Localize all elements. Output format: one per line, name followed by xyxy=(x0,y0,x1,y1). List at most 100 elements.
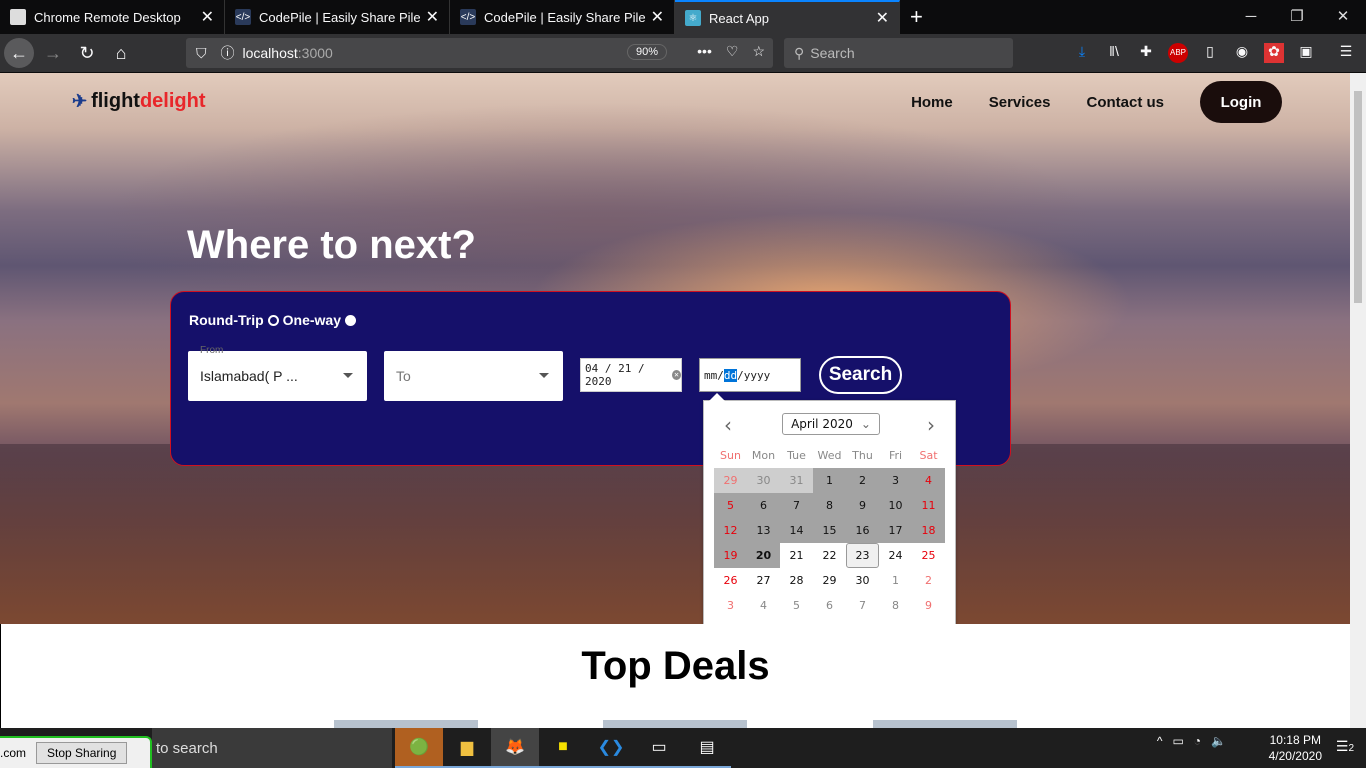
calendar-day[interactable]: 13 xyxy=(747,518,780,543)
close-tab-icon[interactable]: ✕ xyxy=(876,8,889,28)
calendar-day[interactable]: 3 xyxy=(714,593,747,618)
new-tab-button[interactable]: + xyxy=(900,0,933,34)
calendar-day[interactable]: 14 xyxy=(780,518,813,543)
calendar-day[interactable]: 30 xyxy=(747,468,780,493)
bookmark-star-icon[interactable]: ☆ xyxy=(752,43,765,60)
calendar-day[interactable]: 8 xyxy=(813,493,846,518)
clock[interactable]: 10:18 PM 4/20/2020 xyxy=(1269,732,1322,764)
zoom-level[interactable]: 90% xyxy=(626,44,667,60)
close-window-icon[interactable]: ✕ xyxy=(1320,0,1366,34)
return-date-input[interactable]: mm / dd / yyyy xyxy=(699,358,801,392)
calendar-day[interactable]: 28 xyxy=(780,568,813,593)
calendar-day[interactable]: 16 xyxy=(846,518,879,543)
sticky-notes-icon[interactable]: ■ xyxy=(539,728,587,768)
calendar-day[interactable]: 4 xyxy=(912,468,945,493)
calendar-day[interactable]: 5 xyxy=(714,493,747,518)
prev-month-icon[interactable]: ‹ xyxy=(724,413,732,437)
search-input[interactable]: ⚲ Search xyxy=(784,38,1013,68)
reload-button[interactable]: ↻ xyxy=(72,38,102,68)
to-select[interactable]: To xyxy=(384,351,563,401)
calendar-day[interactable]: 10 xyxy=(879,493,912,518)
login-button[interactable]: Login xyxy=(1200,81,1282,123)
calendar-day[interactable]: 12 xyxy=(714,518,747,543)
info-icon[interactable]: ⓘ xyxy=(221,43,235,63)
calendar-day[interactable]: 27 xyxy=(747,568,780,593)
remote-app-icon[interactable]: ▤ xyxy=(683,728,731,768)
account-icon[interactable]: ◉ xyxy=(1232,43,1252,63)
tab-codepile-2[interactable]: </> CodePile | Easily Share Piles of Code… xyxy=(450,0,675,34)
calendar-day[interactable]: 2 xyxy=(846,468,879,493)
extensions-icon[interactable]: ✚ xyxy=(1136,43,1156,63)
battery-icon[interactable]: ▭ xyxy=(1172,734,1183,748)
deal-card[interactable] xyxy=(334,720,478,728)
shield-icon[interactable]: ⛉ xyxy=(196,45,207,62)
back-button[interactable]: ← xyxy=(4,38,34,68)
calendar-day[interactable]: 21 xyxy=(780,543,813,568)
calendar-day[interactable]: 19 xyxy=(714,543,747,568)
from-select[interactable]: From Islamabad( P ... xyxy=(188,345,367,401)
extension-icon[interactable]: ✿ xyxy=(1264,43,1284,63)
one-way-radio[interactable] xyxy=(345,314,357,326)
calendar-day[interactable]: 5 xyxy=(780,593,813,618)
calendar-day[interactable]: 6 xyxy=(747,493,780,518)
clear-icon[interactable]: ✕ xyxy=(672,370,681,380)
nav-contact[interactable]: Contact us xyxy=(1086,94,1164,111)
calendar-day[interactable]: 4 xyxy=(747,593,780,618)
depart-date-input[interactable]: 04 / 21 / 2020 ✕ xyxy=(580,358,682,392)
url-bar[interactable]: ⛉ ⓘ localhost:3000 90% ••• ♡ ☆ xyxy=(186,38,773,68)
calendar-day[interactable]: 9 xyxy=(846,493,879,518)
forward-button[interactable]: → xyxy=(38,38,68,68)
round-trip-radio[interactable] xyxy=(267,314,279,326)
volume-icon[interactable]: 🔈 xyxy=(1211,734,1226,748)
close-tab-icon[interactable]: ✕ xyxy=(201,7,214,27)
remote-desktop-ext-icon[interactable]: ▣ xyxy=(1296,43,1316,63)
stop-sharing-button[interactable]: Stop Sharing xyxy=(36,742,128,764)
whatsapp-icon[interactable]: 🟢 xyxy=(395,728,443,768)
close-tab-icon[interactable]: ✕ xyxy=(651,7,664,27)
calendar-day[interactable]: 26 xyxy=(714,568,747,593)
calendar-day[interactable]: 11 xyxy=(912,493,945,518)
download-icon[interactable]: ⤓ xyxy=(1072,43,1092,63)
calendar-day[interactable]: 3 xyxy=(879,468,912,493)
next-month-icon[interactable]: › xyxy=(927,413,935,437)
tab-react-app[interactable]: ⚛ React App ✕ xyxy=(675,0,900,34)
calendar-day[interactable]: 7 xyxy=(846,593,879,618)
tray-chevron-icon[interactable]: ^ xyxy=(1157,734,1163,748)
terminal-icon[interactable]: ▭ xyxy=(635,728,683,768)
calendar-day[interactable]: 24 xyxy=(879,543,912,568)
calendar-day[interactable]: 17 xyxy=(879,518,912,543)
taskbar-search[interactable]: to search xyxy=(152,728,392,768)
calendar-day[interactable]: 22 xyxy=(813,543,846,568)
calendar-day[interactable]: 2 xyxy=(912,568,945,593)
firefox-icon[interactable]: 🦊 xyxy=(491,728,539,768)
pocket-icon[interactable]: ♡ xyxy=(726,43,739,60)
calendar-day[interactable]: 18 xyxy=(912,518,945,543)
deal-card[interactable] xyxy=(603,720,747,728)
calendar-day[interactable]: 29 xyxy=(714,468,747,493)
search-button[interactable]: Search xyxy=(819,356,902,394)
vscode-icon[interactable]: ❮❯ xyxy=(587,728,635,768)
scrollbar-thumb[interactable] xyxy=(1354,91,1362,303)
scrollbar[interactable] xyxy=(1350,73,1366,728)
reader-icon[interactable]: ▯ xyxy=(1200,43,1220,63)
library-icon[interactable]: ‖\ xyxy=(1104,43,1124,63)
tab-codepile-1[interactable]: </> CodePile | Easily Share Piles of Code… xyxy=(225,0,450,34)
calendar-day[interactable]: 15 xyxy=(813,518,846,543)
calendar-day[interactable]: 20 xyxy=(747,543,780,568)
wifi-icon[interactable]: ◔ xyxy=(1194,734,1201,748)
calendar-day[interactable]: 8 xyxy=(879,593,912,618)
tab-chrome-remote-desktop[interactable]: Chrome Remote Desktop ✕ xyxy=(0,0,225,34)
close-tab-icon[interactable]: ✕ xyxy=(426,7,439,27)
calendar-day[interactable]: 23 xyxy=(846,543,879,568)
calendar-day[interactable]: 30 xyxy=(846,568,879,593)
calendar-day[interactable]: 25 xyxy=(912,543,945,568)
calendar-day[interactable]: 1 xyxy=(813,468,846,493)
file-explorer-icon[interactable]: ▆ xyxy=(443,728,491,768)
notification-icon[interactable]: ☰2 xyxy=(1336,738,1354,755)
adblock-icon[interactable]: ABP xyxy=(1168,43,1188,63)
menu-icon[interactable]: ☰ xyxy=(1336,43,1356,63)
deal-card[interactable] xyxy=(873,720,1017,728)
logo[interactable]: ✈ flight delight xyxy=(72,90,206,113)
calendar-day[interactable]: 31 xyxy=(780,468,813,493)
nav-home[interactable]: Home xyxy=(911,94,953,111)
